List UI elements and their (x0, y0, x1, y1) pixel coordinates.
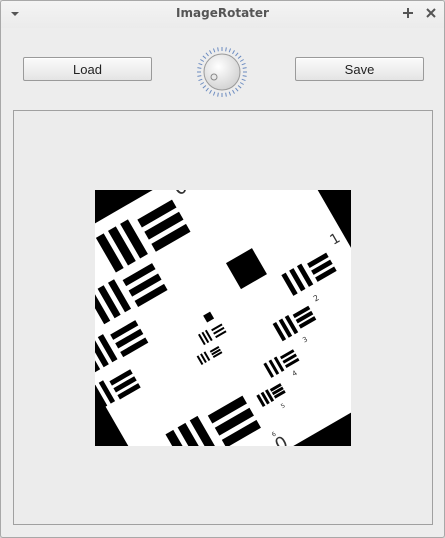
app-window: ImageRotater Load Save 1 2 3 4 5 6 0 (0, 0, 445, 538)
dial-tick (200, 82, 205, 85)
dial-tick (217, 92, 219, 97)
dial-tick (239, 82, 244, 85)
dial-tick (241, 62, 246, 66)
dial-tick (237, 85, 242, 89)
dial-tick (198, 78, 203, 82)
dial-tick (205, 52, 209, 57)
dial-tick (197, 67, 202, 69)
dial-tick (242, 75, 247, 77)
dial-tick (228, 91, 232, 96)
dial-tick (235, 52, 239, 57)
dial-tick (242, 67, 247, 69)
dial-tick (239, 59, 244, 62)
dial-tick (235, 87, 239, 92)
dial-tick (225, 47, 227, 52)
dial-tick (197, 75, 202, 77)
dial-tick (202, 85, 207, 89)
dial-tick (212, 91, 216, 96)
title-bar: ImageRotater (1, 1, 444, 28)
close-icon[interactable] (424, 6, 438, 20)
window-title: ImageRotater (176, 6, 269, 20)
dial-tick (232, 89, 235, 94)
dial-tick (228, 48, 232, 53)
dial-tick (217, 47, 219, 52)
dial-tick (225, 92, 227, 97)
load-button[interactable]: Load (23, 57, 152, 81)
dial-tick (237, 55, 242, 59)
dial-tick (241, 78, 246, 82)
dial-tick (205, 87, 209, 92)
rotated-test-chart-image: 2 0 3 4 5 6 1 2 3 4 5 6 0 (95, 190, 351, 446)
plus-icon[interactable] (401, 6, 415, 20)
dial-tick (200, 59, 205, 62)
image-canvas: 2 0 3 4 5 6 1 2 3 4 5 6 0 (13, 110, 433, 525)
dial-tick (232, 50, 235, 55)
rotation-dial[interactable] (195, 45, 249, 99)
dial-tick (209, 89, 212, 94)
dial-tick (198, 62, 203, 66)
dial-tick (212, 48, 216, 53)
dial-tick (202, 55, 207, 59)
dial-tick (209, 50, 212, 55)
save-button[interactable]: Save (295, 57, 424, 81)
